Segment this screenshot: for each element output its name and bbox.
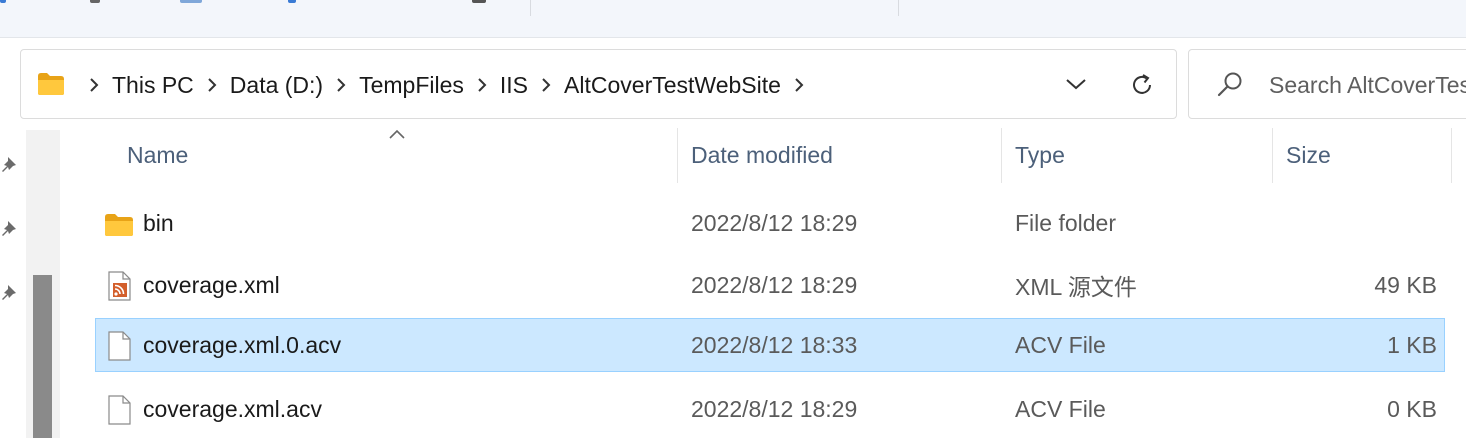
file-name[interactable]: bin — [143, 197, 174, 249]
column-divider[interactable] — [1272, 128, 1273, 183]
navigation-scrollbar-thumb[interactable] — [33, 275, 52, 438]
breadcrumb-this-pc[interactable]: This PC — [112, 72, 194, 99]
folder-icon — [105, 214, 133, 236]
file-size — [1246, 197, 1437, 249]
chevron-down-icon — [1066, 79, 1086, 90]
folder-icon — [38, 73, 64, 95]
pin-icon[interactable] — [0, 282, 22, 304]
file-date-modified: 2022/8/12 18:33 — [691, 331, 858, 358]
file-name[interactable]: coverage.xml — [143, 259, 280, 311]
toolbar-icon-fragment — [472, 0, 486, 3]
search-input[interactable] — [1269, 67, 1466, 103]
toolbar-icon-fragment — [0, 0, 6, 3]
file-name[interactable]: coverage.xml.0.acv — [143, 319, 341, 371]
column-divider[interactable] — [677, 128, 678, 183]
file-size: 0 KB — [1387, 395, 1437, 422]
column-header-type[interactable]: Type — [1015, 128, 1065, 183]
file-icon — [108, 395, 131, 425]
file-type: XML 源文件 — [1015, 274, 1137, 300]
file-row-selected[interactable]: coverage.xml.0.acv 2022/8/12 18:33 ACV F… — [95, 318, 1445, 372]
address-history-dropdown[interactable] — [1061, 70, 1091, 98]
breadcrumb-tempfiles[interactable]: TempFiles — [359, 72, 464, 99]
column-header-date[interactable]: Date modified — [691, 128, 833, 183]
toolbar-strip — [0, 0, 1466, 38]
chevron-right-icon[interactable] — [83, 74, 105, 96]
breadcrumb: This PC Data (D:) TempFiles IIS AltCover… — [76, 50, 817, 120]
xml-file-icon — [108, 271, 131, 301]
file-size: 1 KB — [1387, 331, 1437, 358]
breadcrumb-iis[interactable]: IIS — [500, 72, 528, 99]
pin-icon[interactable] — [0, 154, 22, 176]
file-name[interactable]: coverage.xml.acv — [143, 383, 322, 435]
file-explorer-window: This PC Data (D:) TempFiles IIS AltCover… — [0, 0, 1466, 438]
file-size: 49 KB — [1374, 271, 1437, 298]
file-row[interactable]: bin 2022/8/12 18:29 File folder — [95, 196, 1445, 250]
breadcrumb-data-drive[interactable]: Data (D:) — [230, 72, 323, 99]
column-divider[interactable] — [1451, 128, 1452, 183]
refresh-icon — [1133, 74, 1151, 94]
chevron-right-icon[interactable] — [535, 74, 557, 96]
refresh-button[interactable] — [1125, 68, 1159, 102]
file-icon — [108, 331, 131, 361]
file-type: ACV File — [1015, 395, 1106, 422]
file-type: ACV File — [1015, 331, 1106, 358]
search-box[interactable] — [1188, 49, 1466, 119]
address-bar[interactable]: This PC Data (D:) TempFiles IIS AltCover… — [20, 49, 1177, 119]
file-type: File folder — [1015, 209, 1116, 236]
chevron-right-icon[interactable] — [788, 74, 810, 96]
file-date-modified: 2022/8/12 18:29 — [691, 271, 858, 298]
toolbar-separator — [898, 0, 899, 16]
toolbar-icon-fragment — [90, 0, 100, 3]
file-date-modified: 2022/8/12 18:29 — [691, 395, 858, 422]
breadcrumb-current-folder[interactable]: AltCoverTestWebSite — [564, 72, 781, 99]
file-row[interactable]: coverage.xml 2022/8/12 18:29 XML 源文件 49 … — [95, 258, 1445, 312]
column-header-row: Name Date modified Type Size — [62, 128, 1466, 183]
file-row[interactable]: coverage.xml.acv 2022/8/12 18:29 ACV Fil… — [95, 382, 1445, 436]
file-date-modified: 2022/8/12 18:29 — [691, 209, 858, 236]
pin-icon[interactable] — [0, 218, 22, 240]
column-divider[interactable] — [1001, 128, 1002, 183]
column-header-name[interactable]: Name — [127, 128, 188, 183]
column-header-size[interactable]: Size — [1286, 128, 1331, 183]
toolbar-icon-fragment — [288, 0, 296, 3]
toolbar-separator — [530, 0, 531, 16]
search-icon — [1217, 72, 1242, 97]
chevron-right-icon[interactable] — [330, 74, 352, 96]
chevron-right-icon[interactable] — [471, 74, 493, 96]
toolbar-icon-fragment — [180, 0, 202, 3]
navigation-pane — [0, 130, 26, 438]
chevron-right-icon[interactable] — [201, 74, 223, 96]
